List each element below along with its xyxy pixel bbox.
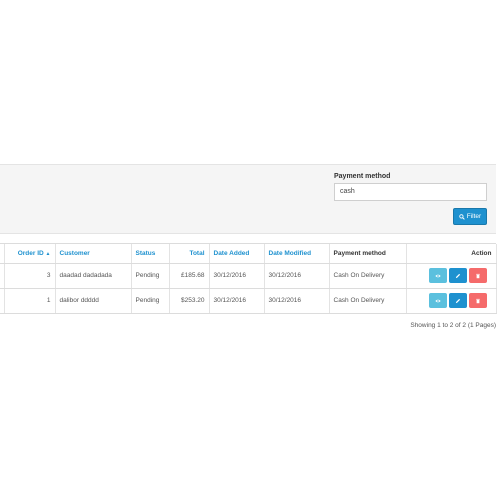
pencil-icon xyxy=(455,273,460,278)
action-header: Action xyxy=(406,244,497,264)
filter-button-label: Filter xyxy=(466,213,482,220)
eye-icon xyxy=(434,299,441,302)
payment-method-header: Payment method xyxy=(329,244,407,264)
order-id-cell: 3 xyxy=(4,263,56,289)
payment-method-cell: Cash On Delivery xyxy=(329,263,407,289)
total-cell: $253.20 xyxy=(169,288,210,314)
payment-method-label: Payment method xyxy=(334,173,391,180)
date-added-cell: 30/12/2016 xyxy=(209,263,265,289)
customer-cell: dalibor ddddd xyxy=(55,288,132,314)
table-row: 1 dalibor ddddd Pending $253.20 30/12/20… xyxy=(0,288,497,314)
eye-icon xyxy=(434,274,441,277)
delete-order-button[interactable] xyxy=(468,293,487,308)
order-id-header[interactable]: Order ID ▲ xyxy=(4,244,56,264)
status-cell: Pending xyxy=(131,288,170,314)
orders-table-wrapper: Order ID ▲ Customer Status Total Date Ad… xyxy=(0,243,497,314)
status-cell: Pending xyxy=(131,263,170,289)
filter-panel: Payment method cash Filter xyxy=(0,164,496,234)
view-order-button[interactable] xyxy=(428,293,447,308)
trash-icon xyxy=(475,273,480,278)
action-cell xyxy=(406,263,497,289)
sort-ascending-icon: ▲ xyxy=(45,250,51,257)
total-cell: £185.68 xyxy=(169,263,210,289)
table-row: 3 daadad dadadada Pending £185.68 30/12/… xyxy=(0,263,497,289)
table-header-row: Order ID ▲ Customer Status Total Date Ad… xyxy=(0,244,497,264)
order-id-cell: 1 xyxy=(4,288,56,314)
view-order-button[interactable] xyxy=(428,268,447,283)
filter-button[interactable]: Filter xyxy=(453,208,487,225)
delete-order-button[interactable] xyxy=(468,268,487,283)
date-modified-header[interactable]: Date Modified xyxy=(264,244,330,264)
customer-header[interactable]: Customer xyxy=(55,244,132,264)
trash-icon xyxy=(475,298,480,303)
status-header[interactable]: Status xyxy=(131,244,170,264)
customer-cell: daadad dadadada xyxy=(55,263,132,289)
orders-table: Order ID ▲ Customer Status Total Date Ad… xyxy=(0,244,497,314)
date-modified-cell: 30/12/2016 xyxy=(264,263,330,289)
date-modified-cell: 30/12/2016 xyxy=(264,288,330,314)
order-id-header-label: Order ID xyxy=(17,249,44,257)
date-added-cell: 30/12/2016 xyxy=(209,288,265,314)
date-added-header[interactable]: Date Added xyxy=(209,244,265,264)
edit-order-button[interactable] xyxy=(448,293,467,308)
pagination-summary: Showing 1 to 2 of 2 (1 Pages) xyxy=(410,322,496,329)
total-header[interactable]: Total xyxy=(169,244,210,264)
pencil-icon xyxy=(455,298,460,303)
payment-method-input[interactable]: cash xyxy=(334,183,487,201)
payment-method-cell: Cash On Delivery xyxy=(329,288,407,314)
action-cell xyxy=(406,288,497,314)
edit-order-button[interactable] xyxy=(448,268,467,283)
search-icon xyxy=(459,213,465,220)
